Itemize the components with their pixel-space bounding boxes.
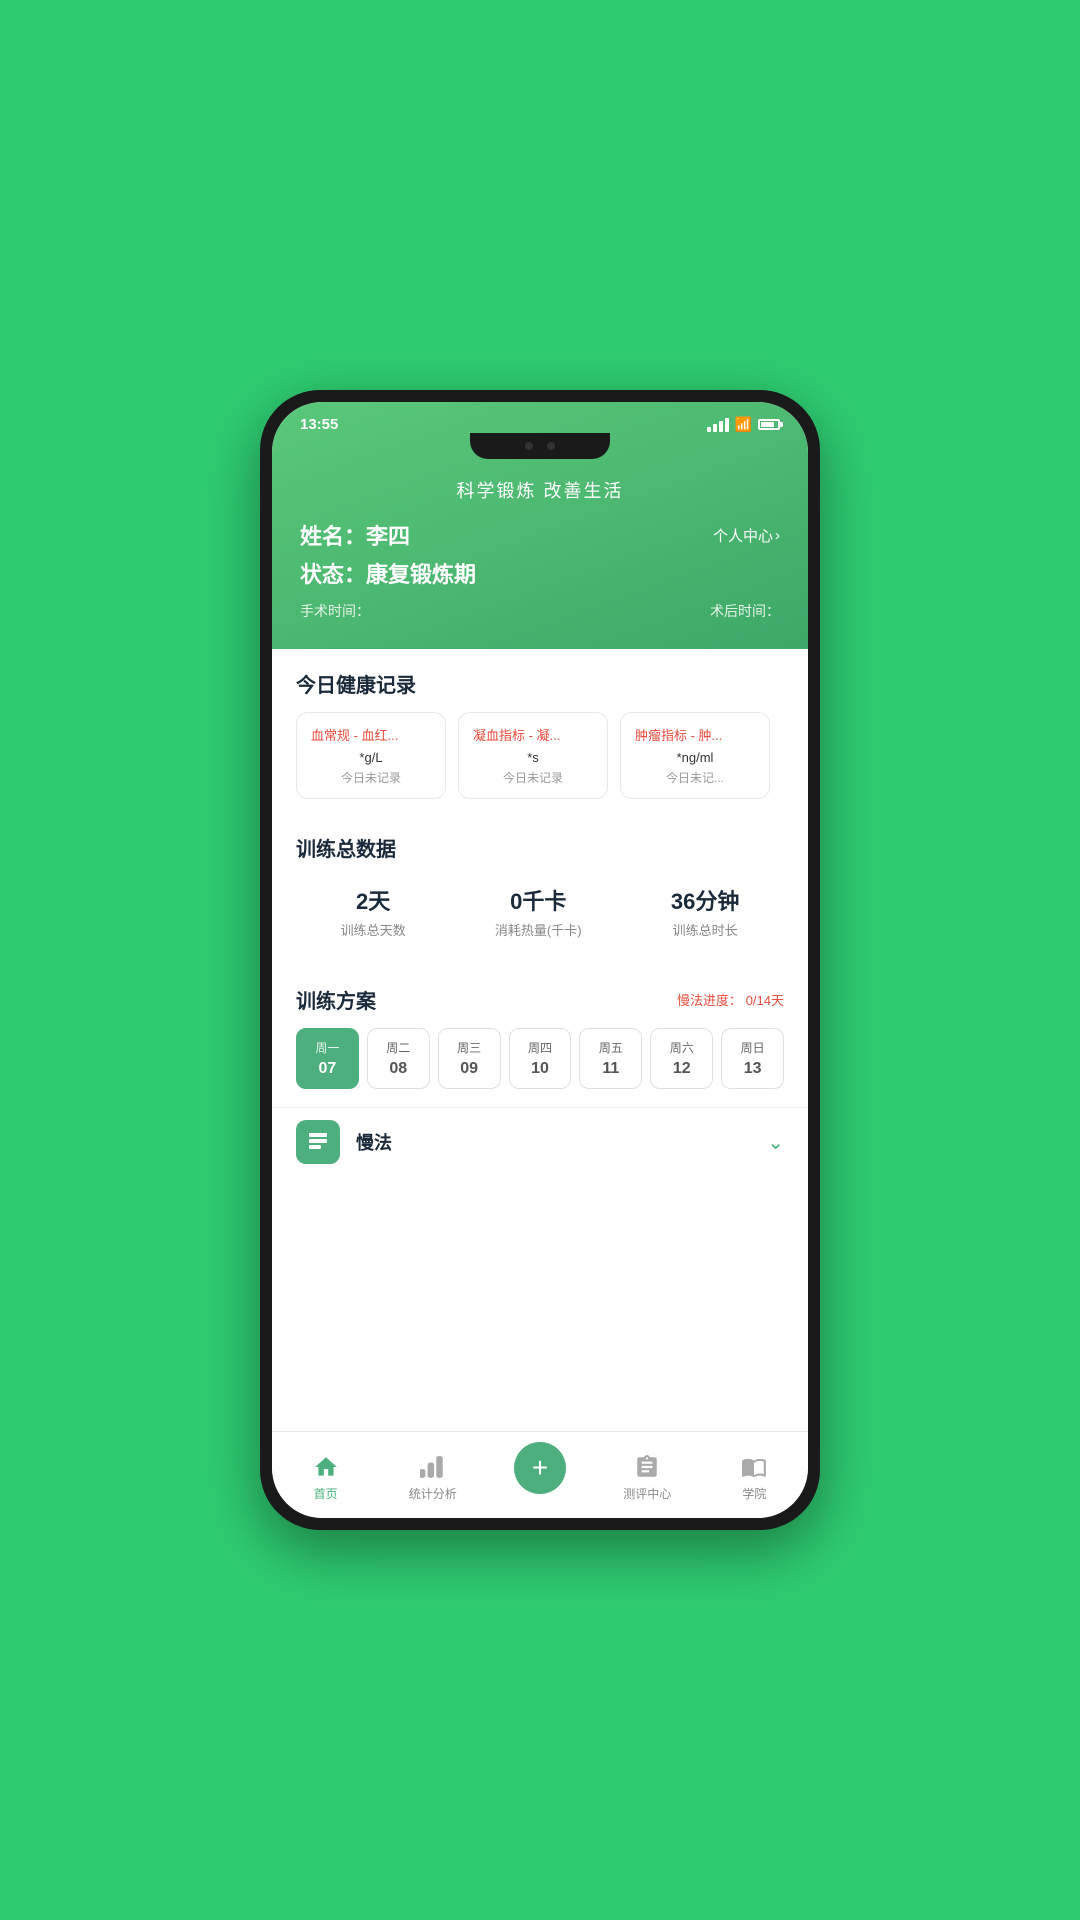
main-content: 今日健康记录 血常规 - 血红... *g/L 今日未记录 凝血指标 - 凝..… xyxy=(272,649,808,1431)
wifi-icon: 📶 xyxy=(735,416,752,433)
health-card-2[interactable]: 凝血指标 - 凝... *s 今日未记录 xyxy=(458,712,608,799)
time-display: 13:55 xyxy=(300,416,338,433)
app-title: 科学锻炼 改善生活 xyxy=(272,477,808,503)
nav-home-label: 首页 xyxy=(314,1485,338,1502)
book-icon xyxy=(740,1453,768,1481)
manfa-chevron-icon: ⌄ xyxy=(767,1130,784,1155)
stat-calories-value: 0千卡 xyxy=(495,884,582,916)
week-day-3[interactable]: 周三 09 xyxy=(438,1028,501,1089)
battery-icon xyxy=(758,419,780,430)
week-day-7[interactable]: 周日 13 xyxy=(721,1028,784,1089)
health-cards-list[interactable]: 血常规 - 血红... *g/L 今日未记录 凝血指标 - 凝... *s 今日… xyxy=(296,712,784,803)
stat-calories-label: 消耗热量(千卡) xyxy=(495,920,582,939)
week-day-6[interactable]: 周六 12 xyxy=(650,1028,713,1089)
week-day-5[interactable]: 周五 11 xyxy=(579,1028,642,1089)
phone-frame: 13:55 📶 xyxy=(260,390,820,1530)
nav-academy[interactable]: 学院 xyxy=(701,1453,808,1502)
camera-dot xyxy=(525,442,533,450)
manfa-label: 慢法 xyxy=(356,1129,767,1155)
card-unit-2: *s xyxy=(473,750,593,765)
nav-add[interactable]: + xyxy=(486,1442,593,1494)
signal-icon xyxy=(707,418,729,432)
card-title-3: 肿瘤指标 - 肿... xyxy=(635,725,755,744)
stat-duration-value: 36分钟 xyxy=(671,884,739,916)
train-stats-section: 训练总数据 2天 训练总天数 0千卡 消耗热量(千卡) 36分钟 训练总时长 xyxy=(272,813,808,965)
train-stats-title: 训练总数据 xyxy=(296,833,784,862)
health-card-1[interactable]: 血常规 - 血红... *g/L 今日未记录 xyxy=(296,712,446,799)
stat-days-label: 训练总天数 xyxy=(341,920,406,939)
train-stats-grid: 2天 训练总天数 0千卡 消耗热量(千卡) 36分钟 训练总时长 xyxy=(296,876,784,955)
stat-days-value: 2天 xyxy=(341,884,406,916)
nav-stats-label: 统计分析 xyxy=(409,1485,457,1502)
manfa-section[interactable]: 慢法 ⌄ xyxy=(272,1107,808,1176)
header-area: 13:55 📶 xyxy=(272,402,808,649)
surgery-time-label: 手术时间： xyxy=(300,601,370,621)
week-day-1[interactable]: 周一 07 xyxy=(296,1028,359,1089)
nav-eval[interactable]: 测评中心 xyxy=(594,1453,701,1502)
nav-stats[interactable]: 统计分析 xyxy=(379,1453,486,1502)
home-icon xyxy=(312,1453,340,1481)
card-status-1: 今日未记录 xyxy=(311,769,431,786)
user-name-row: 姓名：李四 个人中心 › xyxy=(300,519,780,551)
train-plan-section: 训练方案 慢法进度： 0/14天 周一 07 周二 08 xyxy=(272,965,808,1099)
card-unit-3: *ng/ml xyxy=(635,750,755,765)
sensor-dot xyxy=(547,442,555,450)
nav-eval-label: 测评中心 xyxy=(623,1485,671,1502)
user-info: 姓名：李四 个人中心 › 状态：康复锻炼期 手术时间： 术后时间： xyxy=(272,503,808,625)
health-records-title: 今日健康记录 xyxy=(296,669,784,698)
stat-days: 2天 训练总天数 xyxy=(341,884,406,939)
user-status-label: 状态：康复锻炼期 xyxy=(300,557,780,589)
post-surgery-time-label: 术后时间： xyxy=(710,601,780,621)
nav-home[interactable]: 首页 xyxy=(272,1453,379,1502)
notch xyxy=(470,433,610,459)
plan-progress: 慢法进度： 0/14天 xyxy=(677,990,784,1009)
chart-icon xyxy=(419,1453,447,1481)
clipboard-icon xyxy=(633,1453,661,1481)
phone-screen: 13:55 📶 xyxy=(272,402,808,1518)
health-card-3[interactable]: 肿瘤指标 - 肿... *ng/ml 今日未记... xyxy=(620,712,770,799)
user-dates: 手术时间： 术后时间： xyxy=(300,601,780,625)
health-records-section: 今日健康记录 血常规 - 血红... *g/L 今日未记录 凝血指标 - 凝..… xyxy=(272,649,808,813)
card-status-2: 今日未记录 xyxy=(473,769,593,786)
week-row: 周一 07 周二 08 周三 09 周四 10 xyxy=(296,1028,784,1089)
card-status-3: 今日未记... xyxy=(635,769,755,786)
plan-title: 训练方案 xyxy=(296,985,376,1014)
stat-duration: 36分钟 训练总时长 xyxy=(671,884,739,939)
manfa-icon xyxy=(296,1120,340,1164)
stat-duration-label: 训练总时长 xyxy=(671,920,739,939)
status-icons: 📶 xyxy=(707,416,780,433)
card-unit-1: *g/L xyxy=(311,750,431,765)
card-title-2: 凝血指标 - 凝... xyxy=(473,725,593,744)
week-day-4[interactable]: 周四 10 xyxy=(509,1028,572,1089)
plan-header: 训练方案 慢法进度： 0/14天 xyxy=(296,985,784,1014)
chevron-right-icon: › xyxy=(775,527,780,544)
card-title-1: 血常规 - 血红... xyxy=(311,725,431,744)
week-day-2[interactable]: 周二 08 xyxy=(367,1028,430,1089)
add-icon[interactable]: + xyxy=(514,1442,566,1494)
nav-academy-label: 学院 xyxy=(742,1485,766,1502)
bottom-nav: 首页 统计分析 + 测评中心 xyxy=(272,1431,808,1518)
personal-center-link[interactable]: 个人中心 › xyxy=(713,525,780,546)
user-name-label: 姓名：李四 xyxy=(300,519,410,551)
stat-calories: 0千卡 消耗热量(千卡) xyxy=(495,884,582,939)
